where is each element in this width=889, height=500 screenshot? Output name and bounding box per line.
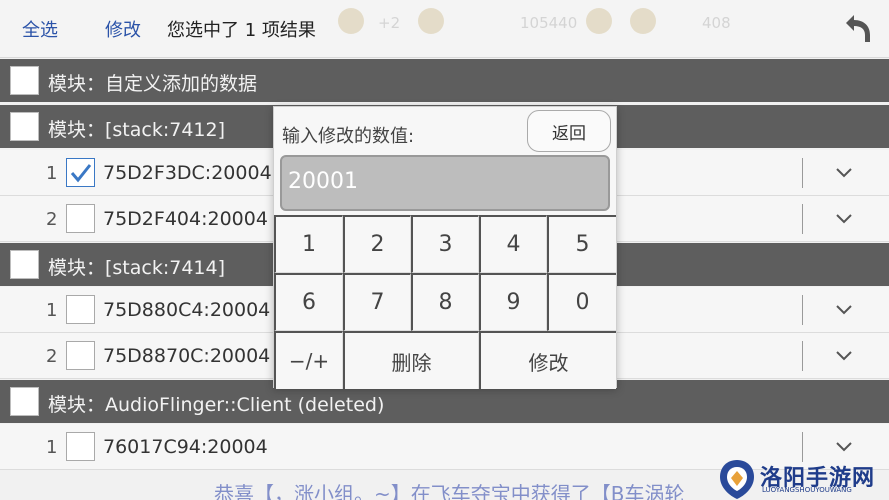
checkmark-icon bbox=[70, 163, 91, 182]
numeric-keypad: 1 2 3 4 5 6 7 8 9 0 −/+ 删除 修改 bbox=[274, 215, 616, 389]
key-5[interactable]: 5 bbox=[547, 215, 616, 273]
expand-button[interactable] bbox=[832, 299, 856, 321]
key-4[interactable]: 4 bbox=[479, 215, 547, 273]
coin-icon bbox=[586, 8, 612, 34]
top-toolbar: +2 105440 408 全选 修改 您选中了 1 项结果 bbox=[0, 0, 889, 58]
delete-key[interactable]: 删除 bbox=[343, 331, 479, 389]
chevron-down-icon bbox=[836, 214, 852, 224]
key-2[interactable]: 2 bbox=[343, 215, 411, 273]
module-label: 模块：[stack:7414] bbox=[48, 257, 226, 279]
module-label: 模块：AudioFlinger::Client (deleted) bbox=[48, 394, 385, 416]
row-address: 76017C94:20004 bbox=[103, 436, 268, 458]
hud-value: 408 bbox=[702, 14, 731, 32]
chevron-down-icon bbox=[836, 351, 852, 361]
expand-button[interactable] bbox=[832, 436, 856, 458]
row-index: 1 bbox=[46, 437, 58, 458]
module-checkbox[interactable] bbox=[10, 112, 39, 141]
divider bbox=[802, 204, 803, 234]
key-7[interactable]: 7 bbox=[343, 273, 411, 331]
module-checkbox[interactable] bbox=[10, 387, 39, 416]
chevron-down-icon bbox=[836, 305, 852, 315]
row-checkbox[interactable] bbox=[66, 158, 95, 187]
watermark-subtitle: LUOYANGSHOUYOUWANG bbox=[762, 486, 852, 494]
key-1[interactable]: 1 bbox=[274, 215, 343, 273]
chevron-down-icon bbox=[836, 168, 852, 178]
logo-emblem-icon bbox=[720, 460, 754, 499]
expand-button[interactable] bbox=[832, 345, 856, 367]
key-sign-toggle[interactable]: −/+ bbox=[274, 331, 343, 389]
back-arrow-icon bbox=[846, 15, 870, 42]
coin-icon bbox=[338, 8, 364, 34]
row-address: 75D2F404:20004 bbox=[103, 208, 268, 230]
site-watermark: 洛阳手游网 LUOYANGSHOUYOUWANG bbox=[718, 458, 889, 500]
row-address: 75D880C4:20004 bbox=[103, 299, 271, 321]
back-button[interactable] bbox=[839, 10, 875, 46]
selection-status: 您选中了 1 项结果 bbox=[167, 20, 316, 41]
confirm-modify-key[interactable]: 修改 bbox=[479, 331, 616, 389]
row-index: 1 bbox=[46, 163, 58, 184]
row-index: 2 bbox=[46, 209, 58, 230]
divider bbox=[802, 295, 803, 325]
select-all-button[interactable]: 全选 bbox=[22, 16, 58, 42]
hud-value: +2 bbox=[378, 14, 401, 32]
background-game-hud: +2 105440 408 bbox=[330, 0, 750, 58]
row-checkbox[interactable] bbox=[66, 204, 95, 233]
row-index: 1 bbox=[46, 300, 58, 321]
module-label: 模块：自定义添加的数据 bbox=[48, 73, 258, 95]
dialog-back-button[interactable]: 返回 bbox=[527, 110, 611, 152]
expand-button[interactable] bbox=[832, 208, 856, 230]
key-3[interactable]: 3 bbox=[411, 215, 479, 273]
coin-icon bbox=[418, 8, 444, 34]
announcement-banner: 恭喜【，涨小组。~】在飞车夺宝中获得了【B车涡轮 bbox=[214, 482, 685, 500]
row-index: 2 bbox=[46, 346, 58, 367]
modify-button[interactable]: 修改 bbox=[105, 16, 141, 42]
gem-icon bbox=[630, 8, 656, 34]
divider bbox=[802, 158, 803, 188]
edit-value-dialog: 输入修改的数值: 返回 20001 1 2 3 4 5 6 7 8 9 0 −/… bbox=[273, 106, 617, 389]
module-checkbox[interactable] bbox=[10, 66, 39, 95]
row-checkbox[interactable] bbox=[66, 341, 95, 370]
dialog-title: 输入修改的数值: bbox=[282, 126, 415, 147]
key-0[interactable]: 0 bbox=[547, 273, 616, 331]
row-checkbox[interactable] bbox=[66, 432, 95, 461]
expand-button[interactable] bbox=[832, 162, 856, 184]
row-address: 75D8870C:20004 bbox=[103, 345, 271, 367]
row-address: 75D2F3DC:20004 bbox=[103, 162, 272, 184]
module-row: 模块：自定义添加的数据 bbox=[0, 59, 889, 102]
row-checkbox[interactable] bbox=[66, 295, 95, 324]
key-8[interactable]: 8 bbox=[411, 273, 479, 331]
key-6[interactable]: 6 bbox=[274, 273, 343, 331]
module-label: 模块：[stack:7412] bbox=[48, 119, 226, 141]
module-checkbox[interactable] bbox=[10, 250, 39, 279]
chevron-down-icon bbox=[836, 442, 852, 452]
value-input[interactable]: 20001 bbox=[280, 155, 610, 211]
hud-value: 105440 bbox=[520, 14, 578, 32]
key-9[interactable]: 9 bbox=[479, 273, 547, 331]
divider bbox=[802, 341, 803, 371]
